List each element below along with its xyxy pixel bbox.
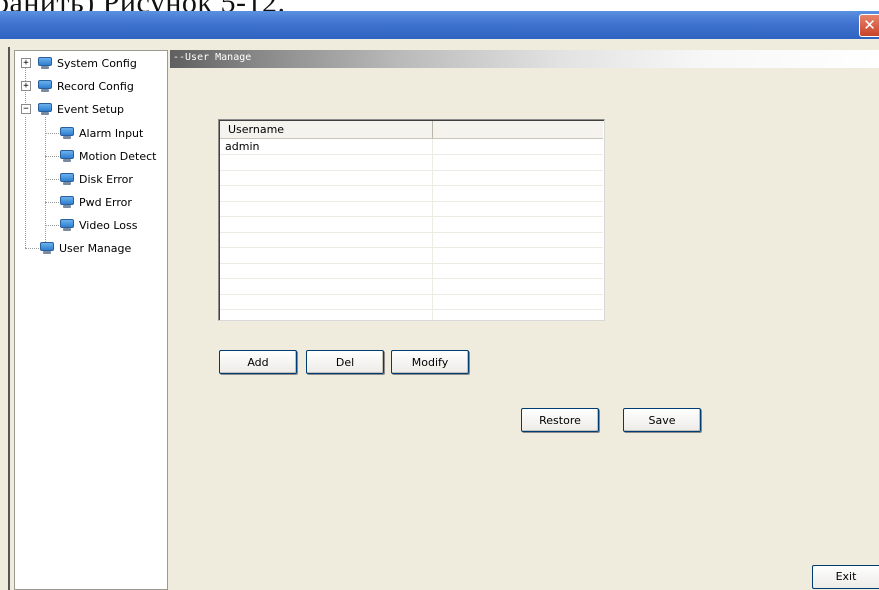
tree-connector <box>45 117 46 248</box>
del-button[interactable]: Del <box>306 350 384 374</box>
monitor-icon <box>59 196 75 208</box>
column-header-username[interactable]: Username <box>220 121 433 138</box>
tree-item-disk-error[interactable]: Disk Error <box>59 170 133 188</box>
tree-connector <box>25 117 26 248</box>
tree-item-label: Disk Error <box>79 172 133 186</box>
empty-cell <box>220 201 433 216</box>
close-button[interactable]: ✕ <box>859 14 879 37</box>
exit-button[interactable]: Exit <box>812 565 879 589</box>
modify-button[interactable]: Modify <box>391 350 469 374</box>
empty-cell <box>220 278 433 294</box>
tree-connector <box>45 156 59 157</box>
column-header-blank[interactable] <box>434 121 602 138</box>
close-icon: ✕ <box>863 16 876 34</box>
tree-item-pwd-error[interactable]: Pwd Error <box>59 193 132 211</box>
table-row-empty <box>220 154 603 171</box>
table-row-empty <box>220 247 603 264</box>
table-body: admin <box>220 139 603 320</box>
empty-cell <box>220 185 433 201</box>
table-row-empty <box>220 309 603 320</box>
tree-connector <box>25 248 39 249</box>
monitor-icon <box>59 219 75 231</box>
empty-cell <box>220 232 433 247</box>
table-row-empty <box>220 263 603 279</box>
tree-item-label: Motion Detect <box>79 149 157 163</box>
add-button[interactable]: Add <box>219 350 297 374</box>
tree-connector <box>45 225 59 226</box>
empty-cell <box>220 170 433 185</box>
monitor-icon <box>59 127 75 139</box>
table-row-empty <box>220 185 603 202</box>
empty-cell <box>220 247 433 263</box>
table-row-empty <box>220 278 603 295</box>
window-left-border <box>8 47 10 590</box>
tree-item-alarm-input[interactable]: Alarm Input <box>59 124 143 142</box>
table-row-empty <box>220 232 603 248</box>
tree-item-event-setup[interactable]: − Event Setup <box>15 100 124 118</box>
restore-button[interactable]: Restore <box>521 408 599 432</box>
tree-item-label: System Config <box>57 56 137 70</box>
monitor-icon <box>37 103 53 115</box>
tree-item-label: User Manage <box>59 241 132 255</box>
config-tree[interactable]: + System Config + Record Config − Event … <box>14 50 168 590</box>
panel-title: --User Manage <box>173 52 252 63</box>
username-cell: admin <box>220 139 433 154</box>
tree-connector <box>45 133 59 134</box>
monitor-icon <box>39 242 55 254</box>
tree-item-label: Record Config <box>57 79 134 93</box>
tree-item-label: Alarm Input <box>79 126 144 140</box>
tree-item-record-config[interactable]: + Record Config <box>15 77 134 95</box>
tree-item-user-manage[interactable]: User Manage <box>39 239 131 257</box>
tree-connector <box>45 202 59 203</box>
table-header: Username <box>220 121 603 139</box>
empty-cell <box>220 309 433 320</box>
expand-icon[interactable]: + <box>21 81 31 91</box>
monitor-icon <box>59 173 75 185</box>
expand-icon[interactable]: + <box>21 58 31 68</box>
empty-cell <box>220 216 433 232</box>
tree-item-label: Event Setup <box>57 102 125 116</box>
save-button[interactable]: Save <box>623 408 701 432</box>
tree-item-video-loss[interactable]: Video Loss <box>59 216 137 234</box>
empty-cell <box>220 263 433 278</box>
table-row-empty <box>220 170 603 186</box>
panel-header: --User Manage <box>170 50 879 68</box>
tree-item-label: Video Loss <box>79 218 138 232</box>
table-row[interactable]: admin <box>220 139 603 155</box>
table-row-empty <box>220 201 603 217</box>
user-table[interactable]: Username admin <box>218 119 605 321</box>
tree-connector <box>45 179 59 180</box>
table-row-empty <box>220 294 603 310</box>
monitor-icon <box>37 80 53 92</box>
tree-item-label: Pwd Error <box>79 195 132 209</box>
tree-item-system-config[interactable]: + System Config <box>15 54 137 72</box>
tree-item-motion-detect[interactable]: Motion Detect <box>59 147 156 165</box>
monitor-icon <box>37 57 53 69</box>
collapse-icon[interactable]: − <box>21 104 31 114</box>
empty-cell <box>220 294 433 309</box>
table-row-empty <box>220 216 603 233</box>
window-titlebar: ✕ <box>0 11 879 39</box>
empty-cell <box>220 154 433 170</box>
monitor-icon <box>59 150 75 162</box>
